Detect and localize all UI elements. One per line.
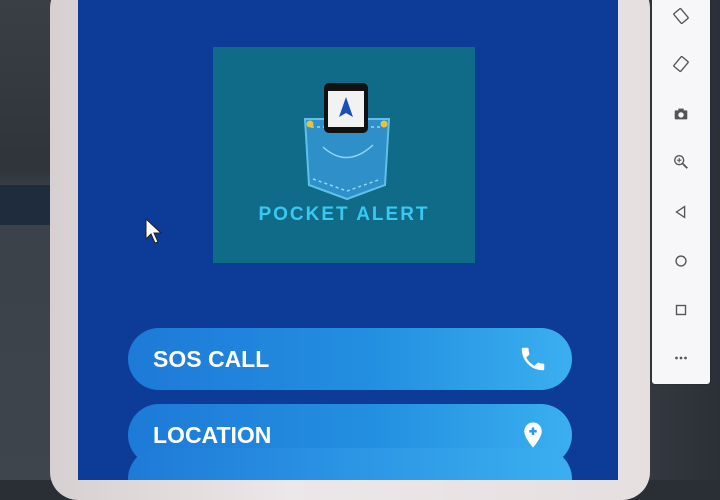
- sos-call-label: SOS CALL: [153, 345, 270, 372]
- rotate-left-icon[interactable]: [671, 6, 691, 26]
- pocket-alert-logo-graphic: [303, 83, 391, 201]
- logo-text: POCKET ALERT: [258, 204, 430, 225]
- camera-icon[interactable]: [671, 104, 691, 124]
- overview-icon[interactable]: [671, 300, 691, 320]
- emulator-toolbar: [652, 0, 710, 384]
- more-icon[interactable]: [671, 348, 691, 368]
- location-label: LOCATION: [153, 421, 272, 448]
- home-icon[interactable]: [671, 251, 691, 271]
- app-logo: POCKET ALERT: [213, 47, 475, 263]
- rotate-right-icon[interactable]: [671, 54, 691, 74]
- mouse-cursor-icon: [145, 218, 163, 244]
- zoom-icon[interactable]: [671, 152, 691, 172]
- app-screen: POCKET ALERT SOS CALL LOCATION: [78, 0, 618, 480]
- phone-icon: [521, 347, 545, 371]
- back-icon[interactable]: [671, 202, 691, 222]
- sos-call-button[interactable]: SOS CALL: [128, 328, 572, 390]
- location-pin-icon: [524, 422, 542, 448]
- third-button[interactable]: [128, 448, 572, 480]
